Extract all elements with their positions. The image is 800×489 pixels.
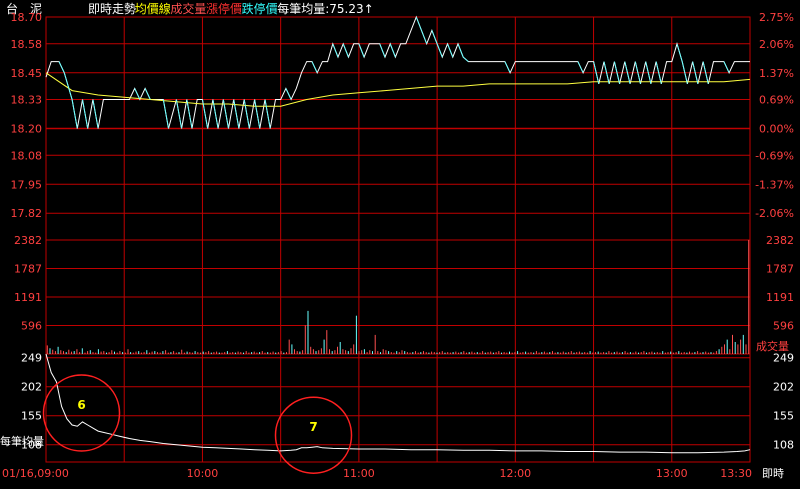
volume-tick-label: 1787 (14, 262, 42, 275)
price-down-segment (186, 99, 193, 129)
header-item: 每筆均量:75.23↑ (277, 1, 373, 16)
percent-tick-label: 0.00% (759, 123, 794, 136)
price-down-segment (577, 61, 584, 73)
price-down-segment (457, 43, 464, 58)
price-down-segment (71, 99, 78, 129)
avg-volume-line (45, 353, 751, 454)
percent-tick-label: 1.37% (759, 67, 794, 80)
avgvol-label: 每筆均量 (0, 434, 44, 448)
avgvol-tick-label: 155 (21, 410, 42, 423)
volume-tick-label-right: 596 (773, 319, 794, 332)
header-item: 即時走勢 (88, 1, 136, 16)
grid-lines (45, 16, 751, 463)
price-down-segment (389, 43, 396, 58)
price-down-segment (447, 43, 454, 58)
price-tick-label: 18.08 (11, 149, 43, 162)
price-down-segment (285, 88, 292, 100)
price-tick-label: 17.95 (11, 178, 43, 191)
avgvol-tick-label-right: 202 (773, 381, 794, 394)
price-down-segment (264, 99, 271, 129)
price-down-segment (144, 88, 151, 100)
header-item: 成交量 (170, 1, 206, 16)
price-down-segment (462, 56, 469, 62)
price-down-segment (415, 16, 422, 31)
price-down-segment (342, 43, 349, 58)
percent-tick-label: -0.69% (755, 149, 794, 162)
price-down-segment (431, 30, 438, 44)
percent-tick-label: -1.37% (755, 178, 794, 191)
price-down-segment (358, 43, 365, 58)
header-items: 即時走勢均價線 成交量 漲停價 跌停價 每筆均量:75.23↑ (88, 1, 374, 16)
percent-tick-label: 0.69% (759, 94, 794, 107)
time-tick-label: 11:00 (343, 467, 375, 480)
price-tick-label: 18.58 (11, 38, 43, 51)
price-tick-label: 18.45 (11, 67, 43, 80)
avgvol-tick-label-right: 249 (773, 352, 794, 365)
price-down-segment (379, 43, 386, 58)
avgvol-tick-label-right: 155 (773, 410, 794, 423)
avgvol-tick-label: 202 (21, 381, 42, 394)
time-tick-label: 01/16,09:00 (2, 467, 69, 480)
time-tick-label: 12:00 (499, 467, 531, 480)
price-down-segment (233, 99, 240, 129)
price-down-segment (58, 61, 65, 73)
stock-chart: 台 泥 即時走勢 均價線 成交量 漲停價 跌停價 每筆均量:75.23↑ 18.70 2.7… (0, 0, 800, 485)
price-down-segment (162, 99, 170, 129)
price-down-segment (676, 43, 683, 62)
time-tick-label: 13:30 (720, 467, 752, 480)
annotation-label: 6 (77, 398, 85, 412)
price-tick-label: 18.20 (11, 123, 43, 136)
volume-tick-label-right: 1787 (766, 262, 794, 275)
price-down-segment (311, 61, 318, 73)
avg-volume-pane (45, 353, 751, 454)
price-down-segment (254, 99, 261, 129)
header-item: 均價線 (135, 1, 171, 16)
annotation-label: 7 (309, 420, 317, 434)
header-item: 漲停價 (206, 1, 242, 16)
avgvol-tick-label: 249 (21, 352, 42, 365)
price-down-segment (436, 43, 443, 58)
price-down-segment (82, 99, 89, 129)
price-tick-label: 17.82 (11, 207, 43, 220)
percent-tick-label: -2.06% (755, 207, 794, 220)
time-axis-unit: 即時 (762, 467, 784, 480)
volume-tick-label-right: 1191 (766, 291, 794, 304)
chart-canvas: 台 泥 即時走勢均價線 成交量 漲停價 跌停價 每筆均量:75.23↑ 18.70 2.7… (0, 1, 794, 480)
price-down-segment (92, 99, 99, 129)
price-down-segment (175, 99, 183, 129)
percent-tick-label: 2.75% (759, 11, 794, 24)
header-item: 跌停價 (242, 1, 278, 16)
volume-tick-label-right: 2382 (766, 234, 794, 247)
annotations: 67 (42, 374, 353, 474)
price-tick-label: 18.70 (11, 11, 43, 24)
price-tick-label: 18.33 (11, 94, 43, 107)
price-down-segment (243, 99, 250, 129)
volume-tick-label: 596 (21, 319, 42, 332)
price-down-segment (723, 61, 730, 73)
avg-price-line (45, 72, 751, 107)
percent-tick-label: 2.06% (759, 38, 794, 51)
time-tick-label: 13:00 (656, 467, 688, 480)
avgvol-tick-label-right: 108 (773, 439, 794, 452)
price-down-segment (421, 30, 428, 44)
volume-tick-label: 2382 (14, 234, 42, 247)
volume-tick-label: 1191 (14, 291, 42, 304)
time-tick-label: 10:00 (187, 467, 219, 480)
price-down-segment (504, 61, 511, 73)
price-down-segment (332, 43, 339, 58)
